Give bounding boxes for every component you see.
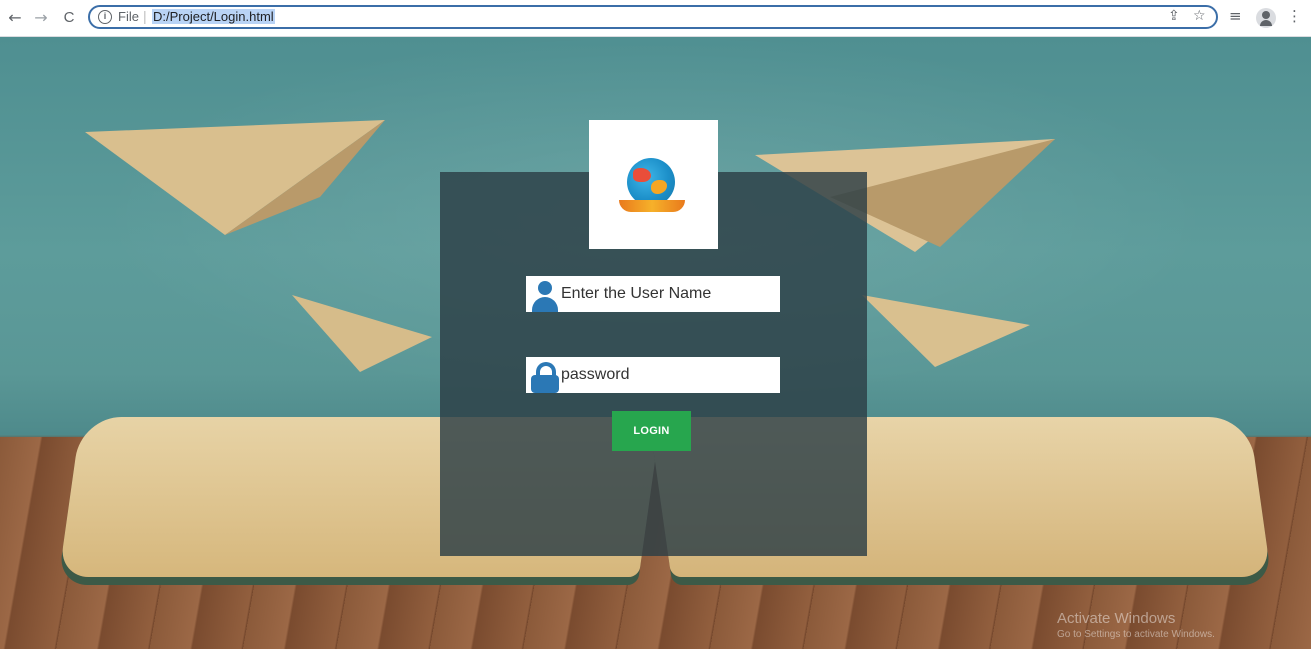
paper-plane [862, 295, 1030, 367]
forward-icon[interactable]: → [30, 7, 52, 29]
browser-toolbar: ← → C i File | D:/Project/Login.html ⇪ ☆… [0, 0, 1311, 37]
scheme-label: File [118, 9, 139, 24]
back-icon[interactable]: ← [4, 7, 26, 29]
username-input[interactable] [561, 276, 776, 312]
star-icon[interactable]: ☆ [1193, 8, 1206, 24]
reading-list-icon[interactable]: ≡ [1229, 7, 1242, 25]
share-icon[interactable]: ⇪ [1168, 8, 1180, 24]
user-icon [530, 281, 558, 312]
paper-plane [85, 120, 385, 235]
username-field [526, 276, 780, 312]
paper-plane [292, 295, 432, 372]
logo [589, 120, 718, 249]
lock-icon [529, 362, 559, 393]
menu-icon[interactable]: ⋮ [1287, 7, 1302, 25]
watermark-title: Activate Windows [1057, 610, 1176, 627]
info-icon[interactable]: i [98, 10, 112, 24]
reload-icon[interactable]: C [58, 7, 80, 29]
url-text[interactable]: D:/Project/Login.html [152, 9, 275, 24]
address-bar[interactable]: i File | D:/Project/Login.html ⇪ ☆ [88, 5, 1218, 29]
password-field [526, 357, 780, 393]
password-input[interactable] [561, 357, 776, 393]
activate-windows-watermark: Activate Windows Go to Settings to activ… [1057, 610, 1215, 640]
globe-icon [627, 158, 675, 206]
profile-avatar-icon[interactable] [1256, 8, 1276, 28]
book-icon [619, 200, 685, 212]
login-button[interactable]: LOGIN [612, 411, 691, 451]
watermark-subtitle: Go to Settings to activate Windows. [1057, 629, 1215, 640]
url-separator: | [143, 8, 147, 24]
